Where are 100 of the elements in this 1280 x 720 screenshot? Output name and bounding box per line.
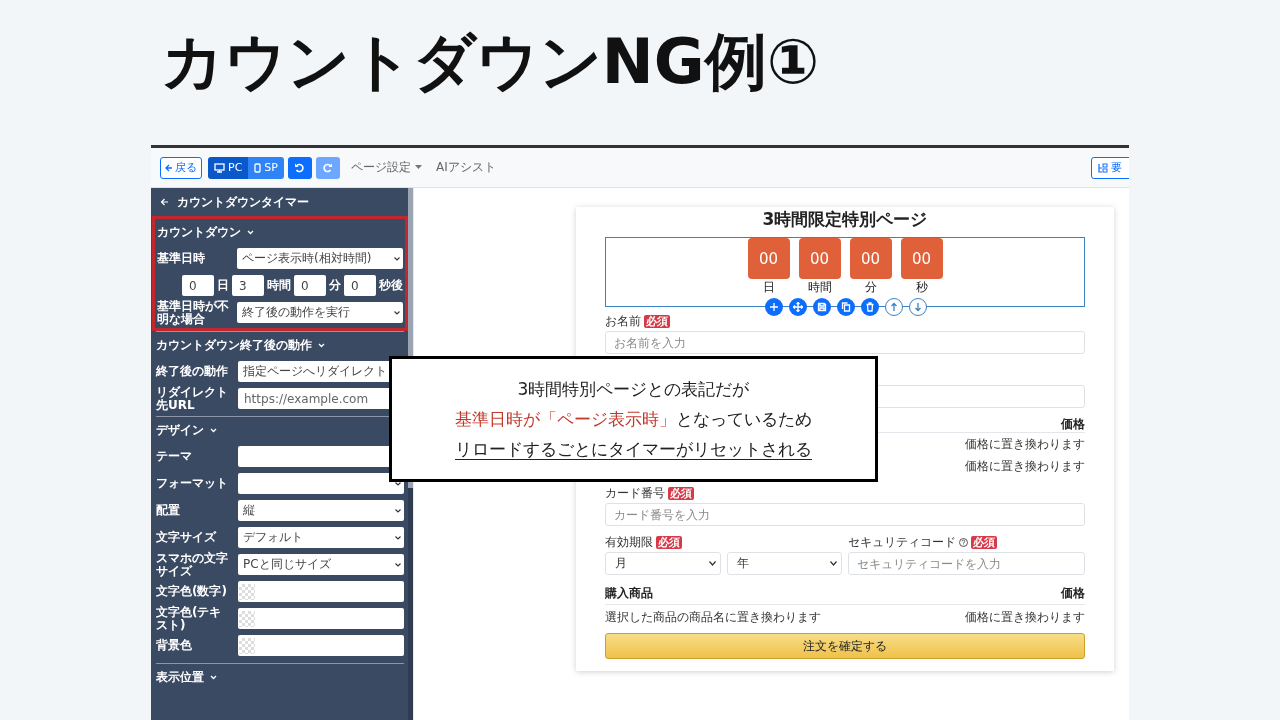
field-label: 基準日時が不明な場合 [157,299,230,326]
color-input[interactable] [238,608,404,629]
smartphone-icon [254,162,262,173]
transparent-swatch-icon [239,583,255,600]
field-label: 文字サイズ [156,531,218,544]
field-label: 終了後の動作 [156,365,229,378]
arrow-left-icon[interactable] [160,198,169,206]
field-label: テーマ [156,450,193,463]
countdown-digits: 00 [798,238,841,279]
column-header: 価格 [1061,585,1085,602]
add-icon[interactable] [765,298,783,316]
countdown-unit: 分 [864,279,877,296]
chevron-down-icon [708,561,716,566]
undo-button[interactable] [287,156,312,179]
move-icon[interactable] [789,298,807,316]
unit-label: 日 [217,277,229,294]
section-header[interactable]: デザイン [156,417,404,443]
chevron-down-icon [247,229,254,235]
device-tab[interactable]: PC [208,156,249,179]
chevron-down-icon [210,674,217,680]
required-badge: 必須 [656,535,682,549]
menu-button[interactable]: AIアシスト [432,159,499,176]
field-label: 背景色 [156,639,193,652]
chevron-down-icon [395,508,401,513]
price-text: 価格に置き換わります [965,457,1085,475]
column-header: 価格 [1061,416,1085,432]
section-header[interactable]: カウントダウン終了後の動作 [156,332,404,358]
help-icon[interactable] [959,537,968,547]
field-label: 基準日時 [157,252,206,265]
required-badge: 必須 [971,535,997,549]
panel-title: カウントダウンタイマー [177,193,309,211]
number-input[interactable]: 0 [182,275,214,296]
number-input[interactable]: 0 [344,275,376,296]
trash-icon[interactable] [861,298,879,316]
callout-text: 3時間特別ページとの表記だが [517,378,750,401]
number-input[interactable]: 0 [294,275,326,296]
arrow-left-icon [165,163,173,172]
chevron-down-icon [210,427,217,433]
dropdown[interactable]: ページ表示時(相対時間) [237,248,403,269]
transparent-swatch-icon [239,637,255,654]
field-label: カード番号 [605,484,665,502]
back-button[interactable]: 戻る [160,156,202,179]
unit-label: 分 [329,277,341,294]
unit-label: 時間 [267,277,291,294]
countdown-unit: 日 [762,279,775,296]
year-dropdown[interactable]: 年 [726,552,842,575]
unit-label: 秒後 [379,277,403,294]
field-label: リダイレクト先URL [156,385,229,412]
undo-icon [294,162,306,173]
color-input[interactable] [238,635,404,656]
table-cell: 選択した商品の商品名に置き換わります [605,609,821,626]
slide-title: カウントダウンNG例① [159,24,821,100]
month-dropdown[interactable]: 月 [605,552,721,575]
color-input[interactable] [238,581,404,602]
number-input[interactable]: 3 [232,275,264,296]
name-input[interactable]: お名前を入力 [605,331,1085,354]
section-header[interactable]: 表示位置 [156,664,404,690]
chevron-down-icon [394,256,400,261]
chevron-down-icon [395,562,401,567]
field-label: お名前 [605,312,641,330]
chevron-down-icon [394,310,400,315]
countdown-digits: 00 [849,238,892,279]
section-header[interactable]: カウントダウン [157,219,403,245]
save-icon[interactable] [813,298,831,316]
menu-button[interactable]: ページ設定 [347,159,425,176]
countdown-digits: 00 [747,238,790,279]
redo-icon [322,162,334,173]
card-number-input[interactable]: カード番号を入力 [605,503,1085,526]
field-label: セキュリティコード [848,533,956,551]
field-label: 文字色(数字) [156,585,228,598]
dropdown[interactable] [238,473,404,494]
caret-icon [414,165,422,170]
field-label: 文字色(テキスト) [156,605,223,632]
column-header: 購入商品 [605,585,653,602]
security-code-input[interactable]: セキュリティコードを入力 [848,552,1085,575]
chevron-down-icon [830,561,837,566]
transparent-swatch-icon [239,610,255,627]
page-heading: 3時間限定特別ページ [761,208,929,231]
countdown-unit: 秒 [915,279,928,296]
table-cell: 価格に置き換わります [965,609,1085,626]
dropdown[interactable]: 終了後の動作を実行 [237,302,403,323]
required-badge: 必須 [668,486,694,500]
callout-text: リロードするごとにタイマーがリセットされる [455,438,812,461]
field-label: スマホの文字サイズ [156,551,229,578]
monitor-icon [214,162,225,173]
dropdown[interactable]: 縦 [238,500,404,521]
countdown-unit: 時間 [807,279,832,296]
submit-button[interactable]: 注文を確定する [605,633,1085,659]
countdown-digits: 00 [900,238,943,279]
callout-text: 基準日時が「ページ表示時」となっているため [455,408,812,431]
device-tab[interactable]: SP [248,156,284,179]
copy-icon[interactable] [837,298,855,316]
dropdown[interactable]: デフォルト [238,527,404,548]
chevron-down-icon [395,481,401,486]
dropdown[interactable]: PCと同じサイズ [238,554,404,575]
chevron-down-icon [395,535,401,540]
elements-button[interactable]: 要 [1091,156,1129,179]
field-label: 配置 [156,504,181,517]
tree-icon [1098,162,1108,173]
price-text: 価格に置き換わります [965,435,1085,453]
